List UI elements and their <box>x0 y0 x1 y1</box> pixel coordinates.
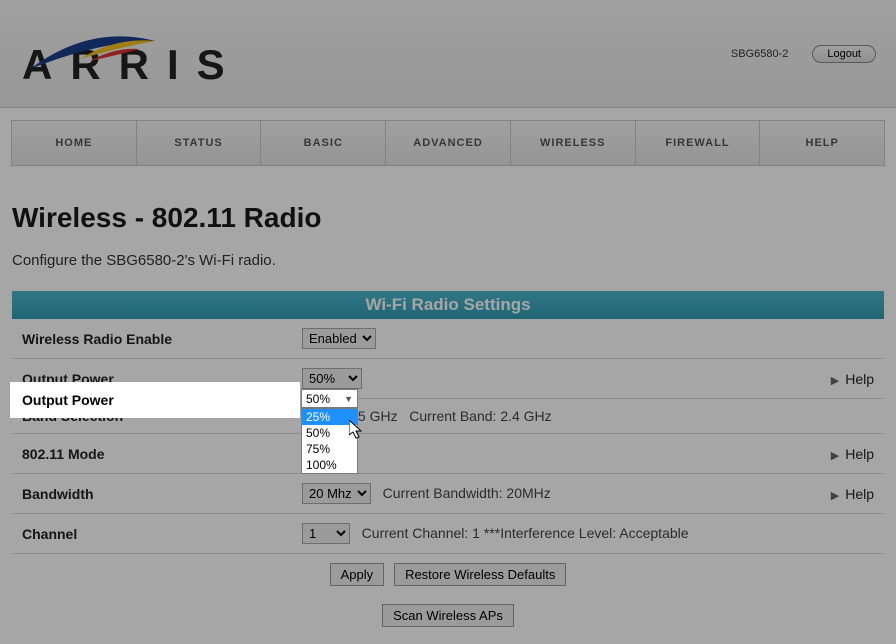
logo-swoosh-icon <box>20 29 160 85</box>
nav-help[interactable]: HELP <box>759 120 885 166</box>
logout-button[interactable]: Logout <box>812 45 876 63</box>
nav-advanced[interactable]: ADVANCED <box>385 120 510 166</box>
label-wireless-enable: Wireless Radio Enable <box>12 319 292 359</box>
band-5ghz-label: 5 GHz <box>358 408 398 424</box>
current-bandwidth: Current Bandwidth: 20MHz <box>383 485 551 501</box>
row-buttons-1: Apply Restore Wireless Defaults <box>12 554 884 596</box>
select-output-power[interactable]: 50% <box>302 368 362 389</box>
select-wireless-enable[interactable]: Enabled <box>302 328 376 349</box>
select-bandwidth[interactable]: 20 Mhz <box>302 483 371 504</box>
current-channel: Current Channel: 1 ***Interference Level… <box>362 525 689 541</box>
apply-button[interactable]: Apply <box>330 563 385 586</box>
page-title: Wireless - 802.11 Radio <box>12 202 884 234</box>
header-right: SBG6580-2 Logout <box>731 45 876 63</box>
output-power-current-value: 50% <box>306 392 330 406</box>
header: ARRIS SBG6580-2 Logout <box>0 0 896 108</box>
main-nav: HOME STATUS BASIC ADVANCED WIRELESS FIRE… <box>11 120 885 166</box>
model-label: SBG6580-2 <box>731 48 788 60</box>
nav-firewall[interactable]: FIREWALL <box>635 120 760 166</box>
scan-aps-button[interactable]: Scan Wireless APs <box>382 604 514 627</box>
label-bandwidth: Bandwidth <box>12 474 292 514</box>
section-header: Wi-Fi Radio Settings <box>12 291 884 319</box>
highlight-output-power-label: Output Power <box>10 382 300 418</box>
highlight-output-power-select: 50% ▼ 25% 50% 75% 100% <box>301 389 358 474</box>
select-channel[interactable]: 1 <box>302 523 350 544</box>
nav-status[interactable]: STATUS <box>136 120 261 166</box>
option-50[interactable]: 50% <box>302 425 357 441</box>
help-output-power[interactable]: ▶Help <box>804 359 884 399</box>
row-channel: Channel 1 Current Channel: 1 ***Interfer… <box>12 514 884 554</box>
brand-logo: ARRIS <box>20 19 243 89</box>
label-channel: Channel <box>12 514 292 554</box>
restore-defaults-button[interactable]: Restore Wireless Defaults <box>394 563 566 586</box>
output-power-dropdown: 25% 50% 75% 100% <box>301 408 358 474</box>
output-power-selectbox[interactable]: 50% ▼ <box>301 389 358 408</box>
option-75[interactable]: 75% <box>302 441 357 457</box>
page-description: Configure the SBG6580-2's Wi-Fi radio. <box>12 252 884 269</box>
current-band: Current Band: 2.4 GHz <box>409 408 551 424</box>
nav-wireless[interactable]: WIRELESS <box>510 120 635 166</box>
row-80211-mode: 802.11 Mode de ▶Help <box>12 434 884 474</box>
nav-home[interactable]: HOME <box>11 120 136 166</box>
chevron-down-icon: ▼ <box>344 394 353 404</box>
settings-table: Wireless Radio Enable Enabled Output Pow… <box>12 319 884 636</box>
option-100[interactable]: 100% <box>302 457 357 473</box>
help-80211-mode[interactable]: ▶Help <box>804 434 884 474</box>
help-bandwidth[interactable]: ▶Help <box>804 474 884 514</box>
row-wireless-enable: Wireless Radio Enable Enabled <box>12 319 884 359</box>
row-buttons-2: Scan Wireless APs <box>12 595 884 636</box>
row-bandwidth: Bandwidth 20 Mhz Current Bandwidth: 20MH… <box>12 474 884 514</box>
nav-basic[interactable]: BASIC <box>260 120 385 166</box>
option-25[interactable]: 25% <box>302 409 357 425</box>
label-80211-mode: 802.11 Mode <box>12 434 292 474</box>
